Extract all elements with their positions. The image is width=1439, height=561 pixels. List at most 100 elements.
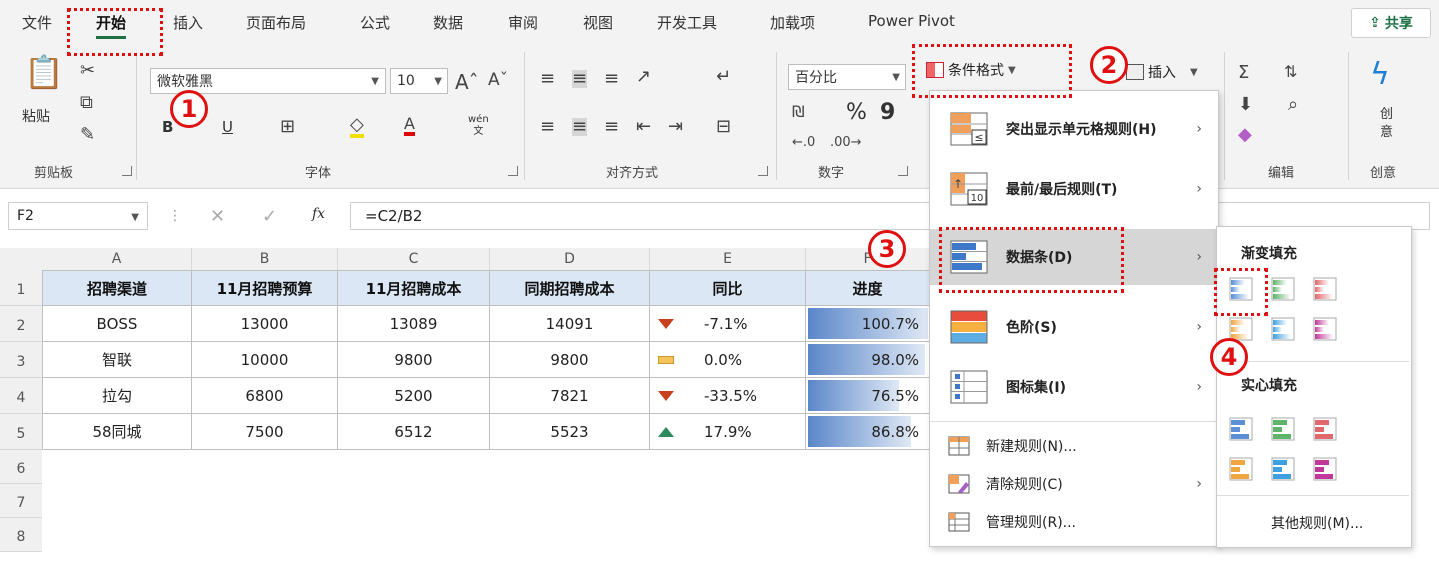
column-header-a[interactable]: A (42, 248, 192, 270)
alignment-launcher-icon[interactable] (758, 166, 768, 176)
table-cell-progress[interactable]: 76.5% (806, 378, 930, 414)
format-painter-icon[interactable]: ✎ (80, 126, 95, 144)
column-header-b[interactable]: B (192, 248, 338, 270)
row-header-7[interactable]: 7 (0, 484, 42, 518)
fill-color-icon[interactable]: ◇ (350, 116, 364, 138)
menu-item-highlight-rules[interactable]: ≤ 突出显示单元格规则(H) › (930, 101, 1216, 157)
tab-file[interactable]: 文件 (22, 12, 52, 33)
find-icon[interactable]: ⌕ (1288, 96, 1298, 114)
align-top-icon[interactable]: ≡ (540, 70, 555, 88)
menu-item-clear-rules[interactable]: 清除规则(C) › (930, 465, 1216, 503)
table-cell-budget[interactable]: 6800 (192, 378, 338, 414)
cut-icon[interactable]: ✂ (80, 62, 95, 80)
table-cell-progress[interactable]: 86.8% (806, 414, 930, 450)
row-header-2[interactable]: 2 (0, 306, 42, 342)
font-color-icon[interactable]: A (404, 116, 415, 136)
underline-button[interactable]: U (222, 118, 233, 136)
table-cell-progress[interactable]: 98.0% (806, 342, 930, 378)
solid-databar-swatch-3[interactable] (1313, 417, 1337, 441)
sort-filter-icon[interactable]: ⇅ (1284, 64, 1297, 80)
insert-function-button[interactable]: fx (312, 206, 325, 222)
share-button[interactable]: ⇪ 共享 (1351, 8, 1431, 38)
align-right-icon[interactable]: ≡ (604, 118, 619, 136)
tab-power-pivot[interactable]: Power Pivot (868, 12, 955, 30)
table-cell-yoy[interactable]: 17.9% (650, 414, 806, 450)
decrease-indent-icon[interactable]: ⇤ (636, 118, 651, 136)
confirm-icon[interactable]: ✓ (262, 206, 277, 227)
border-icon[interactable]: ⊞ (280, 118, 295, 136)
table-cell-channel[interactable]: 智联 (42, 342, 192, 378)
merge-center-icon[interactable]: ⊟ (716, 118, 731, 136)
row-header-8[interactable]: 8 (0, 518, 42, 552)
ideas-icon[interactable]: ϟ (1370, 60, 1390, 90)
table-cell-cost[interactable]: 9800 (338, 342, 490, 378)
clipboard-launcher-icon[interactable] (122, 166, 132, 176)
table-cell-prior[interactable]: 7821 (490, 378, 650, 414)
accounting-format-icon[interactable]: ₪ (792, 104, 805, 120)
solid-databar-swatch-4[interactable] (1229, 457, 1253, 481)
gradient-databar-swatch-2[interactable] (1271, 277, 1295, 301)
tab-developer[interactable]: 开发工具 (657, 12, 717, 33)
fill-icon[interactable]: ⬇ (1238, 96, 1253, 114)
orientation-icon[interactable]: ↗ (636, 68, 651, 86)
solid-databar-swatch-5[interactable] (1271, 457, 1295, 481)
more-rules-link[interactable]: 其他规则(M)... (1271, 513, 1363, 533)
table-cell-budget[interactable]: 13000 (192, 306, 338, 342)
tab-data[interactable]: 数据 (433, 12, 463, 33)
increase-indent-icon[interactable]: ⇥ (668, 118, 683, 136)
table-cell-cost[interactable]: 6512 (338, 414, 490, 450)
solid-databar-swatch-2[interactable] (1271, 417, 1295, 441)
align-bottom-icon[interactable]: ≡ (604, 70, 619, 88)
tab-view[interactable]: 视图 (583, 12, 613, 33)
row-header-3[interactable]: 3 (0, 342, 42, 378)
table-cell-yoy[interactable]: 0.0% (650, 342, 806, 378)
header-cell-prior[interactable]: 同期招聘成本 (490, 270, 650, 306)
table-cell-budget[interactable]: 7500 (192, 414, 338, 450)
menu-item-top-bottom[interactable]: ↑ 10 最前/最后规则(T) › (930, 161, 1216, 217)
row-header-6[interactable]: 6 (0, 450, 42, 484)
gradient-databar-swatch-6[interactable] (1313, 317, 1337, 341)
column-header-d[interactable]: D (490, 248, 650, 270)
font-size-box[interactable]: 10 ▼ (390, 68, 448, 94)
gradient-databar-swatch-5[interactable] (1271, 317, 1295, 341)
align-middle-icon[interactable]: ≡ (572, 70, 588, 88)
percent-style-button[interactable]: % (846, 100, 867, 125)
number-format-box[interactable]: 百分比 ▼ (788, 64, 906, 90)
cancel-icon[interactable]: ✕ (210, 206, 225, 227)
name-box[interactable]: F2 ▼ (8, 202, 148, 230)
table-cell-yoy[interactable]: -7.1% (650, 306, 806, 342)
align-center-icon[interactable]: ≡ (572, 118, 588, 136)
menu-item-manage-rules[interactable]: 管理规则(R)... (930, 503, 1216, 541)
increase-decimal-icon[interactable]: ←.0 (792, 136, 815, 149)
menu-item-icon-sets[interactable]: 图标集(I) › (930, 359, 1216, 415)
phonetic-guide-button[interactable]: wén 文 (468, 114, 489, 138)
table-cell-channel[interactable]: 58同城 (42, 414, 192, 450)
wrap-text-icon[interactable]: ↵ (716, 68, 731, 86)
table-cell-cost[interactable]: 13089 (338, 306, 490, 342)
increase-font-icon[interactable]: Aˆ (455, 72, 479, 92)
header-cell-budget[interactable]: 11月招聘预算 (192, 270, 338, 306)
tab-formulas[interactable]: 公式 (360, 12, 390, 33)
copy-icon[interactable]: ⧉ (80, 94, 93, 112)
table-cell-prior[interactable]: 5523 (490, 414, 650, 450)
font-launcher-icon[interactable] (508, 166, 518, 176)
solid-databar-swatch-6[interactable] (1313, 457, 1337, 481)
decrease-decimal-icon[interactable]: .00→ (830, 136, 862, 149)
header-cell-progress[interactable]: 进度 (806, 270, 930, 306)
header-cell-cost[interactable]: 11月招聘成本 (338, 270, 490, 306)
header-cell-yoy[interactable]: 同比 (650, 270, 806, 306)
tab-page-layout[interactable]: 页面布局 (246, 12, 306, 33)
ideas-button[interactable]: 创 意 (1380, 106, 1393, 142)
tab-addins[interactable]: 加载项 (770, 12, 815, 33)
select-all-button[interactable] (0, 248, 43, 270)
table-cell-channel[interactable]: 拉勾 (42, 378, 192, 414)
solid-databar-swatch-1[interactable] (1229, 417, 1253, 441)
column-header-c[interactable]: C (338, 248, 490, 270)
decrease-font-icon[interactable]: Aˇ (488, 72, 508, 89)
clear-icon[interactable]: ◆ (1238, 126, 1252, 144)
table-cell-progress[interactable]: 100.7% (806, 306, 930, 342)
gradient-databar-swatch-3[interactable] (1313, 277, 1337, 301)
paste-label[interactable]: 粘贴 (22, 106, 50, 126)
number-launcher-icon[interactable] (898, 166, 908, 176)
table-cell-prior[interactable]: 14091 (490, 306, 650, 342)
